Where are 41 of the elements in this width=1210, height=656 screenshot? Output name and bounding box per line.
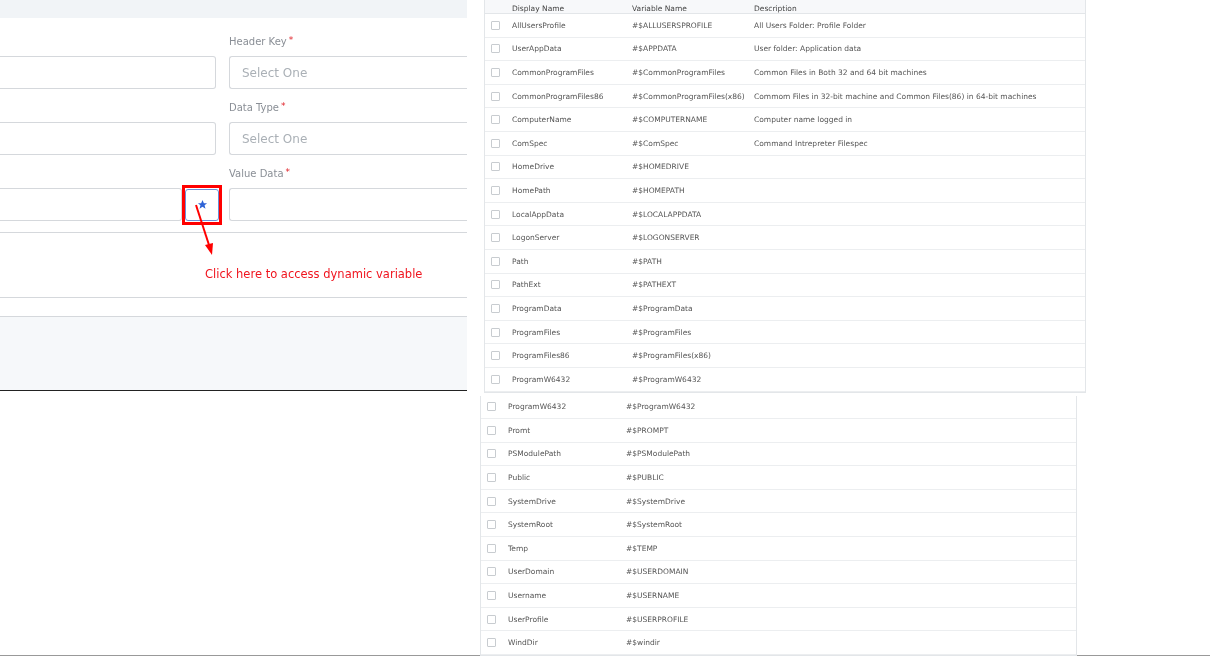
row-checkbox[interactable] (491, 91, 500, 101)
row-checkbox[interactable] (487, 520, 496, 530)
input-field[interactable] (0, 122, 216, 155)
star-icon (196, 199, 208, 210)
required-mark: * (288, 36, 294, 45)
row-checkbox[interactable] (487, 543, 496, 553)
row-checkbox[interactable] (491, 374, 500, 384)
input-field[interactable] (0, 188, 182, 221)
row-checkbox[interactable] (491, 115, 500, 125)
row-checkbox[interactable] (491, 185, 500, 195)
row-checkbox[interactable] (487, 425, 496, 435)
field-label: Value Data (229, 168, 284, 179)
row-checkbox[interactable] (491, 20, 500, 30)
row-checkbox[interactable] (491, 303, 500, 313)
select-field[interactable] (229, 188, 467, 221)
row-checkbox[interactable] (487, 496, 496, 506)
row-checkbox[interactable] (487, 591, 496, 601)
field-label: Header Key (229, 36, 287, 47)
row-checkbox[interactable] (491, 209, 500, 219)
input-field[interactable] (0, 56, 216, 89)
field-label: Data Type (229, 102, 280, 113)
required-mark: * (285, 168, 291, 177)
row-checkbox[interactable] (487, 614, 496, 624)
row-checkbox[interactable] (487, 473, 496, 483)
row-checkbox[interactable] (491, 280, 500, 290)
row-checkbox[interactable] (491, 256, 500, 266)
required-mark: * (281, 102, 286, 111)
row-checkbox[interactable] (491, 44, 500, 54)
row-checkbox[interactable] (487, 449, 496, 459)
annotation-text: Click here to access dynamic variable (205, 267, 423, 281)
row-checkbox[interactable] (491, 68, 500, 77)
select-field[interactable]: Select One (229, 122, 467, 155)
row-checkbox[interactable] (491, 138, 500, 148)
row-checkbox[interactable] (491, 162, 500, 172)
row-checkbox[interactable] (491, 233, 500, 243)
row-checkbox[interactable] (487, 402, 496, 412)
row-checkbox[interactable] (487, 567, 496, 577)
row-checkbox[interactable] (487, 638, 496, 648)
select-field[interactable]: Select One (229, 56, 467, 89)
row-checkbox[interactable] (491, 327, 500, 337)
row-checkbox[interactable] (491, 351, 500, 361)
